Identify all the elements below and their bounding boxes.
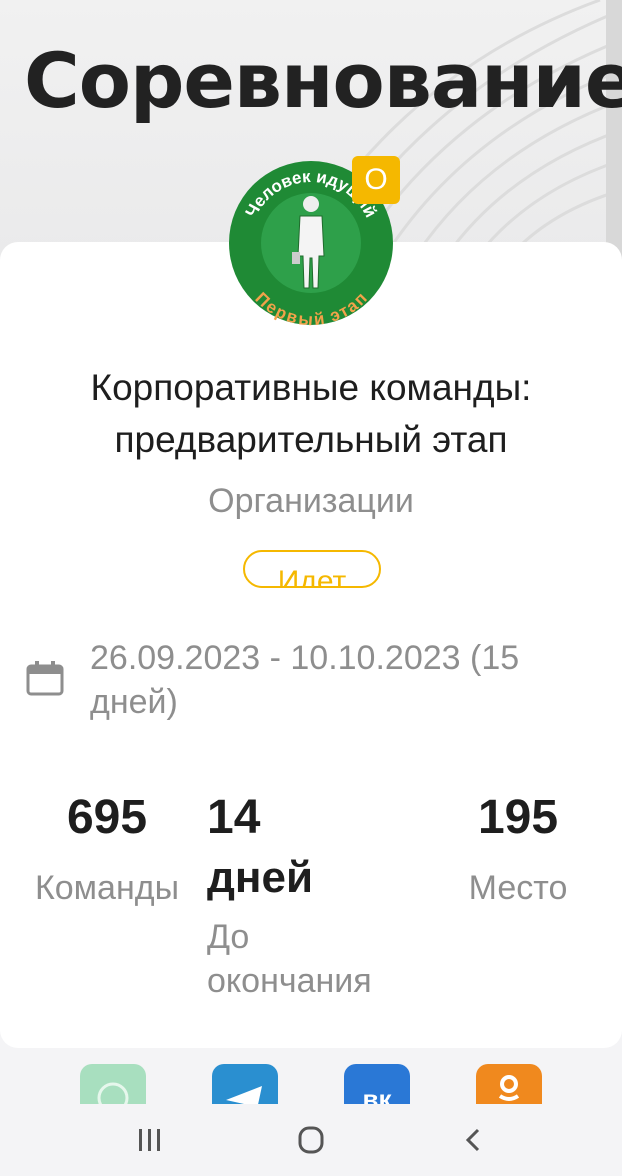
days-left-count: 14 <box>207 791 261 844</box>
share-whatsapp-button[interactable] <box>80 1064 146 1104</box>
recent-apps-icon[interactable] <box>130 1122 170 1158</box>
share-vk-button[interactable]: вк <box>344 1064 410 1104</box>
stat-teams: 695 Команды <box>22 790 192 908</box>
days-left-label-line1: До <box>207 918 250 956</box>
teams-count: 695 <box>66 791 148 844</box>
back-icon[interactable] <box>454 1122 494 1158</box>
teams-label: Команды <box>34 869 180 907</box>
home-icon[interactable] <box>291 1122 331 1158</box>
competition-title-line1: Корпоративные команды: <box>90 367 532 408</box>
dates-line1: 26.09.2023 - 10.10.2023 (15 <box>90 639 520 677</box>
calendar-icon <box>26 661 64 696</box>
stat-place: 195 Место <box>456 790 580 908</box>
status-badge: Идет <box>243 550 381 588</box>
share-buttons: вк <box>0 1060 622 1104</box>
notification-badge[interactable]: О <box>352 156 400 204</box>
share-odnoklassniki-button[interactable] <box>476 1064 542 1104</box>
stat-days-left: 14 дней До окончания <box>207 790 427 1003</box>
days-left-label-line2: окончания <box>207 962 372 1000</box>
days-unit: дней <box>207 853 314 902</box>
place-value: 195 <box>477 791 559 844</box>
place-label: Место <box>468 869 568 907</box>
vk-icon: вк <box>362 1084 392 1104</box>
competition-category: Организации <box>208 482 414 520</box>
share-telegram-button[interactable] <box>212 1064 278 1104</box>
days-left-label: До окончания <box>207 915 427 1003</box>
page-title: Соревнование <box>24 36 622 125</box>
whatsapp-icon <box>97 1082 129 1104</box>
telegram-icon <box>226 1086 262 1104</box>
competition-title: Корпоративные команды: предварительный э… <box>0 362 622 466</box>
competition-title-line2: предварительный этап <box>114 419 508 460</box>
odnoklassniki-icon <box>498 1075 520 1101</box>
competition-dates: 26.09.2023 - 10.10.2023 (15 дней) <box>90 636 590 724</box>
system-navigation-bar <box>0 1104 622 1176</box>
dates-line2: дней) <box>90 683 178 721</box>
